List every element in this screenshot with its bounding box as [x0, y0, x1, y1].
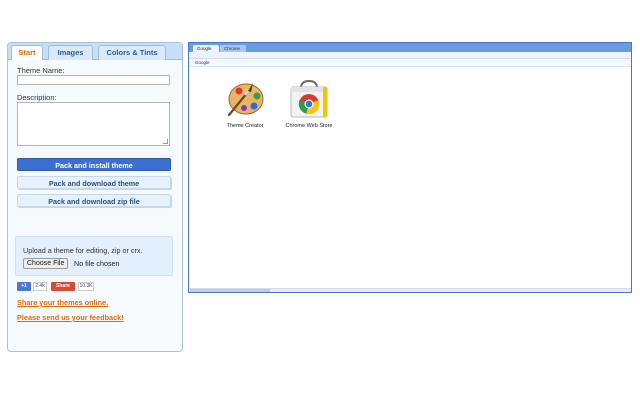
pack-install-button[interactable]: Pack and install theme: [17, 158, 171, 171]
google-plus-count: 2.4k: [33, 282, 47, 291]
preview-bookmark-bar: Google: [189, 59, 631, 67]
description-textarea[interactable]: [17, 102, 170, 146]
resize-grip-icon[interactable]: [163, 139, 168, 144]
browser-preview: Google Chrome Google Theme Creator Chrom…: [188, 42, 632, 293]
preview-tab-inactive: Chrome: [220, 45, 246, 52]
preview-tab-active: Google: [193, 45, 219, 52]
theme-creator-app[interactable]: Theme Creator: [213, 79, 277, 129]
paint-palette-icon: [227, 83, 264, 117]
theme-creator-label: Theme Creator: [226, 123, 264, 129]
theme-editor-panel: Start Images Colors & Tints Theme Name: …: [7, 42, 183, 352]
tab-bar: Start Images Colors & Tints: [8, 43, 182, 61]
preview-frame: Google Chrome: [189, 43, 631, 52]
share-count: 10.3K: [78, 282, 94, 291]
feedback-link[interactable]: Please send us your feedback!: [17, 313, 124, 322]
description-label: Description:: [17, 93, 57, 102]
tab-colors-tints[interactable]: Colors & Tints: [98, 45, 166, 60]
choose-file-button[interactable]: Choose File: [23, 258, 69, 269]
pack-download-zip-button[interactable]: Pack and download zip file: [17, 194, 171, 207]
google-plus-button[interactable]: +1: [17, 282, 31, 291]
chrome-web-store-label: Chrome Web Store: [285, 123, 333, 129]
upload-box: Upload a theme for editing, zip or crx. …: [15, 236, 173, 276]
theme-name-input[interactable]: [17, 75, 170, 85]
chrome-web-store-icon: [290, 79, 328, 118]
tab-start[interactable]: Start: [11, 45, 43, 61]
preview-scroll-thumb[interactable]: [190, 289, 270, 292]
preview-scrollbar[interactable]: [189, 288, 631, 292]
tab-images[interactable]: Images: [48, 45, 93, 60]
file-status: No file chosen: [74, 259, 120, 268]
preview-toolbar: [189, 52, 631, 59]
share-button[interactable]: Share: [51, 282, 75, 291]
pack-download-button[interactable]: Pack and download theme: [17, 176, 171, 189]
share-themes-link[interactable]: Share your themes online.: [17, 298, 108, 307]
chrome-web-store-app[interactable]: Chrome Web Store: [277, 79, 341, 129]
preview-bookmark: Google: [195, 60, 210, 65]
theme-name-label: Theme Name:: [17, 66, 65, 75]
start-tab-content: Theme Name: Description: Pack and instal…: [8, 60, 182, 351]
upload-instructions: Upload a theme for editing, zip or crx.: [23, 246, 143, 255]
